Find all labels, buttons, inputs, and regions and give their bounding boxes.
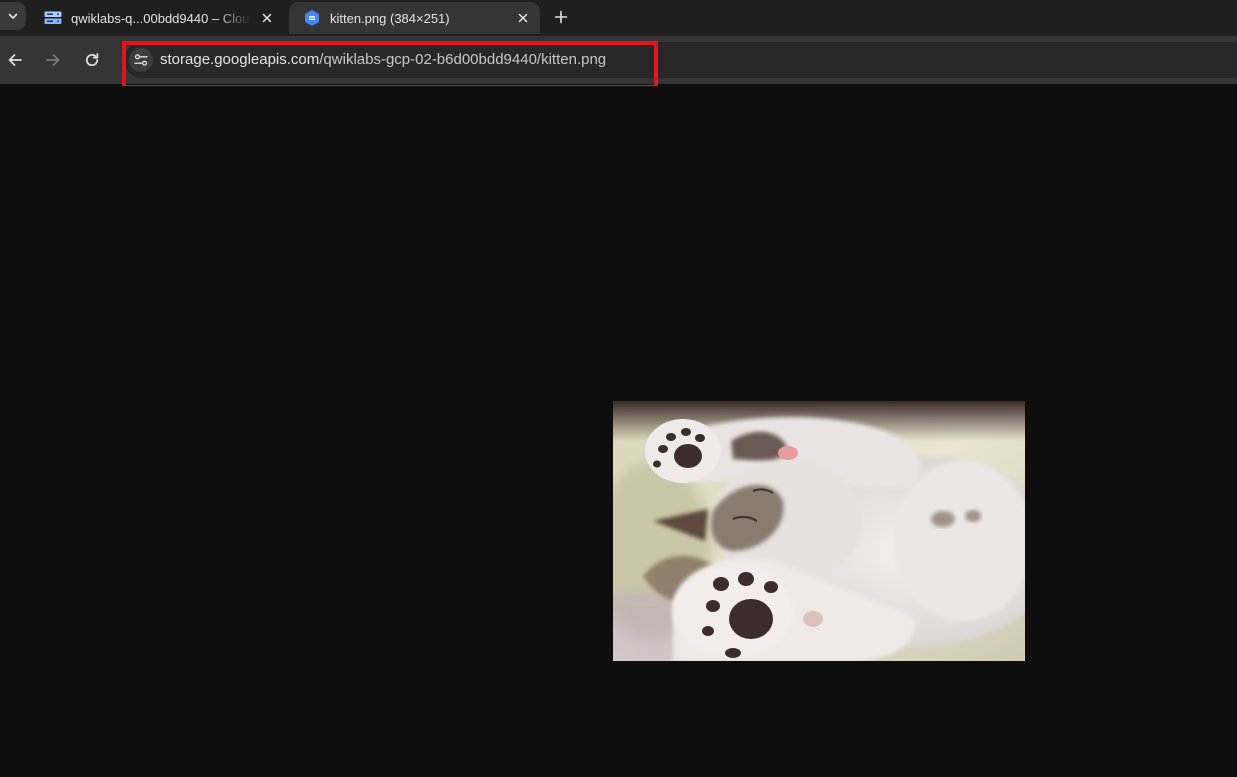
- kitten-photo-icon: [613, 401, 1025, 661]
- browser-window: qwiklabs-q...00bdd9440 – Clou kitten.png…: [0, 0, 1237, 777]
- back-button[interactable]: [2, 47, 28, 73]
- url-highlight-annotation: [122, 41, 658, 89]
- tab-title: qwiklabs-q...00bdd9440 – Clou: [71, 10, 250, 26]
- gcp-hexagon-icon: [303, 9, 321, 27]
- forward-button[interactable]: [40, 47, 66, 73]
- kitten-image: [613, 401, 1025, 661]
- tab-search-button[interactable]: [0, 2, 26, 30]
- page-viewport: [0, 86, 1237, 777]
- reload-button[interactable]: [79, 47, 105, 73]
- tab-kitten-png[interactable]: kitten.png (384×251): [289, 2, 540, 34]
- arrow-left-icon: [8, 54, 22, 66]
- chevron-down-icon: [8, 13, 18, 19]
- close-icon[interactable]: [514, 9, 532, 27]
- cloud-storage-icon: [44, 9, 62, 27]
- close-icon[interactable]: [258, 9, 276, 27]
- new-tab-button[interactable]: [548, 4, 574, 30]
- plus-icon: [554, 10, 568, 24]
- tab-cloud-console[interactable]: qwiklabs-q...00bdd9440 – Clou: [30, 2, 284, 34]
- reload-icon: [85, 52, 99, 67]
- arrow-right-icon: [46, 54, 60, 66]
- tab-title: kitten.png (384×251): [330, 10, 450, 26]
- tab-strip: qwiklabs-q...00bdd9440 – Clou kitten.png…: [0, 0, 1237, 36]
